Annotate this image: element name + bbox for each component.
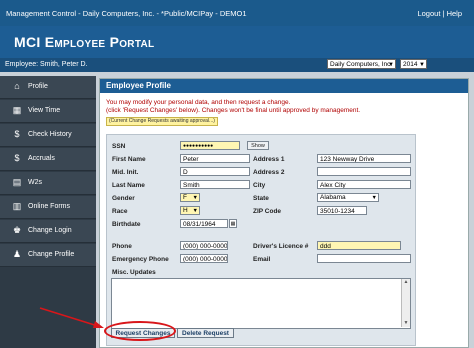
highlight-ellipse (104, 321, 176, 341)
annotation-arrow-icon (39, 307, 104, 328)
